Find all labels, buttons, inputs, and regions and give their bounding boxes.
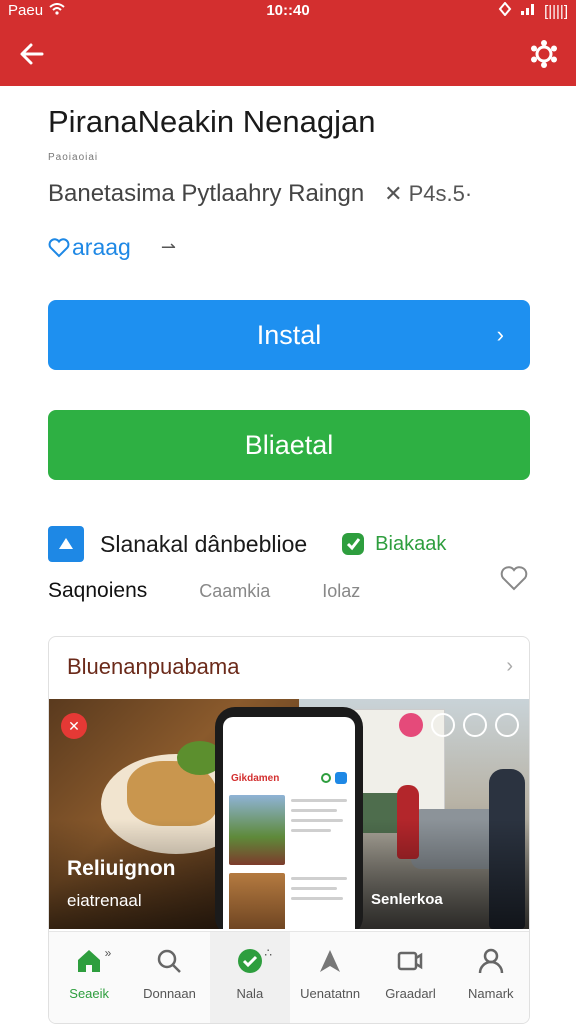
nav-label: Uenatatnn [300, 986, 361, 1001]
bottom-navigation: » Seaeik Donnaan ∴ Nala Uenatatnn Graada… [49, 931, 529, 1023]
chevron-right-icon: › [496, 322, 504, 347]
back-button[interactable] [14, 36, 50, 72]
close-badge[interactable]: ✕ [61, 713, 87, 739]
install-button[interactable]: Instal › [48, 300, 530, 370]
app-title: PiranaNeakin Nenagjan [48, 104, 376, 139]
banner-subtitle: eiatrenaal [67, 891, 142, 910]
nav-item-check[interactable]: ∴ Nala [209, 932, 290, 1023]
text-line [291, 887, 337, 890]
text-line [291, 877, 347, 880]
nav-label: Namark [468, 986, 514, 1001]
rating-prefix: ✕ [384, 181, 403, 206]
gear-icon [531, 40, 557, 68]
home-icon [74, 946, 104, 976]
rating-score: ✕ P4s.5· [384, 181, 472, 207]
banner-caption-right: Senlerkoa [371, 891, 443, 908]
rating-text: Banetasima Pytlaahry Raingn [48, 180, 365, 207]
nav-label: Seaeik [69, 986, 110, 1001]
nav-item-video[interactable]: Graadarl [370, 932, 450, 1023]
leaf-check-icon [342, 533, 365, 555]
developer-logo-icon [48, 526, 84, 562]
video-icon [395, 946, 425, 976]
banner-title: Reliuignon [67, 857, 176, 880]
info-tabs: Saqnoiens Caamkia Iolaz [48, 566, 530, 606]
rating-value: P4s.5· [408, 181, 473, 206]
location-icon [498, 1, 512, 20]
heart-icon [48, 237, 70, 257]
signal-icon [520, 2, 536, 20]
tab-2[interactable]: Caamkia [199, 581, 270, 602]
app-caption: Paoiaoiai [48, 152, 99, 163]
nav-item-search[interactable]: Donnaan [129, 932, 209, 1023]
banner-caption-left: Reliuignon eiatrenaal [67, 857, 176, 911]
secondary-label: Bliaetal [244, 429, 334, 460]
navigation-icon [315, 946, 345, 976]
phone-screen: Gikdamen [223, 717, 355, 929]
text-line [291, 809, 337, 812]
nav-label: Donnaan [143, 986, 196, 1001]
search-icon [154, 946, 184, 976]
person-icon [476, 946, 506, 976]
phone-mockup: Gikdamen [215, 707, 363, 929]
card-title: Bluenanpuabama [67, 654, 240, 679]
nav-label: Graadarl [385, 986, 436, 1001]
status-bar: Paeu 10::40 [||||] [0, 0, 576, 22]
feature-card: Bluenanpuabama › Gikdamen ✕ Reliuignon e… [48, 636, 530, 1024]
phone-thumbnail [229, 873, 285, 929]
battery-icon: [||||] [544, 2, 568, 20]
clock: 10::40 [266, 2, 310, 19]
developer-name[interactable]: Slanakal dânbeblioe [100, 531, 307, 558]
tag-icon[interactable] [399, 713, 423, 737]
chevron-right-icon: › [506, 655, 513, 677]
card-header[interactable]: Bluenanpuabama › [49, 637, 529, 697]
shield-icon[interactable] [495, 713, 519, 737]
link-icon[interactable] [431, 713, 455, 737]
install-label: Instal [256, 319, 322, 350]
text-line [291, 897, 343, 900]
tab-1[interactable]: Saqnoiens [48, 579, 147, 603]
tab-3[interactable]: Iolaz [322, 581, 360, 602]
circle-icon [321, 773, 331, 783]
nav-item-home[interactable]: » Seaeik [49, 932, 129, 1023]
settings-button[interactable] [526, 36, 562, 72]
phone-thumbnail [229, 795, 285, 865]
favorite-row: araag ⇀ [48, 234, 176, 261]
screenshot-banner[interactable]: Gikdamen ✕ Reliuignon eiatrenaal Senlerk… [49, 699, 529, 929]
secondary-action-button[interactable]: Bliaetal [48, 410, 530, 480]
verified-badge: Biakaak [339, 530, 446, 558]
check-circle-icon [235, 946, 265, 976]
square-icon [335, 772, 347, 784]
clock-icon[interactable] [463, 713, 487, 737]
text-line [291, 799, 347, 802]
developer-row: Slanakal dânbeblioe Biakaak [48, 524, 530, 564]
wishlist-button[interactable] [498, 562, 530, 594]
share-arrow-icon[interactable]: ⇀ [161, 237, 176, 258]
nav-label: Nala [236, 986, 264, 1001]
phone-screen-header: Gikdamen [231, 773, 280, 784]
verified-label: Biakaak [375, 532, 447, 555]
text-line [291, 819, 343, 822]
rating-row: Banetasima Pytlaahry Raingn ✕ P4s.5· [48, 180, 472, 208]
app-bar [0, 22, 576, 86]
heart-outline-icon [500, 566, 528, 591]
text-line [291, 829, 331, 832]
overlay-icons [399, 713, 519, 737]
nav-item-navigation[interactable]: Uenatatnn [290, 932, 370, 1023]
favorite-button[interactable]: araag [48, 234, 131, 261]
nav-item-profile[interactable]: Namark [451, 932, 529, 1023]
arrow-left-icon [20, 43, 44, 65]
favorite-label: araag [72, 234, 131, 260]
